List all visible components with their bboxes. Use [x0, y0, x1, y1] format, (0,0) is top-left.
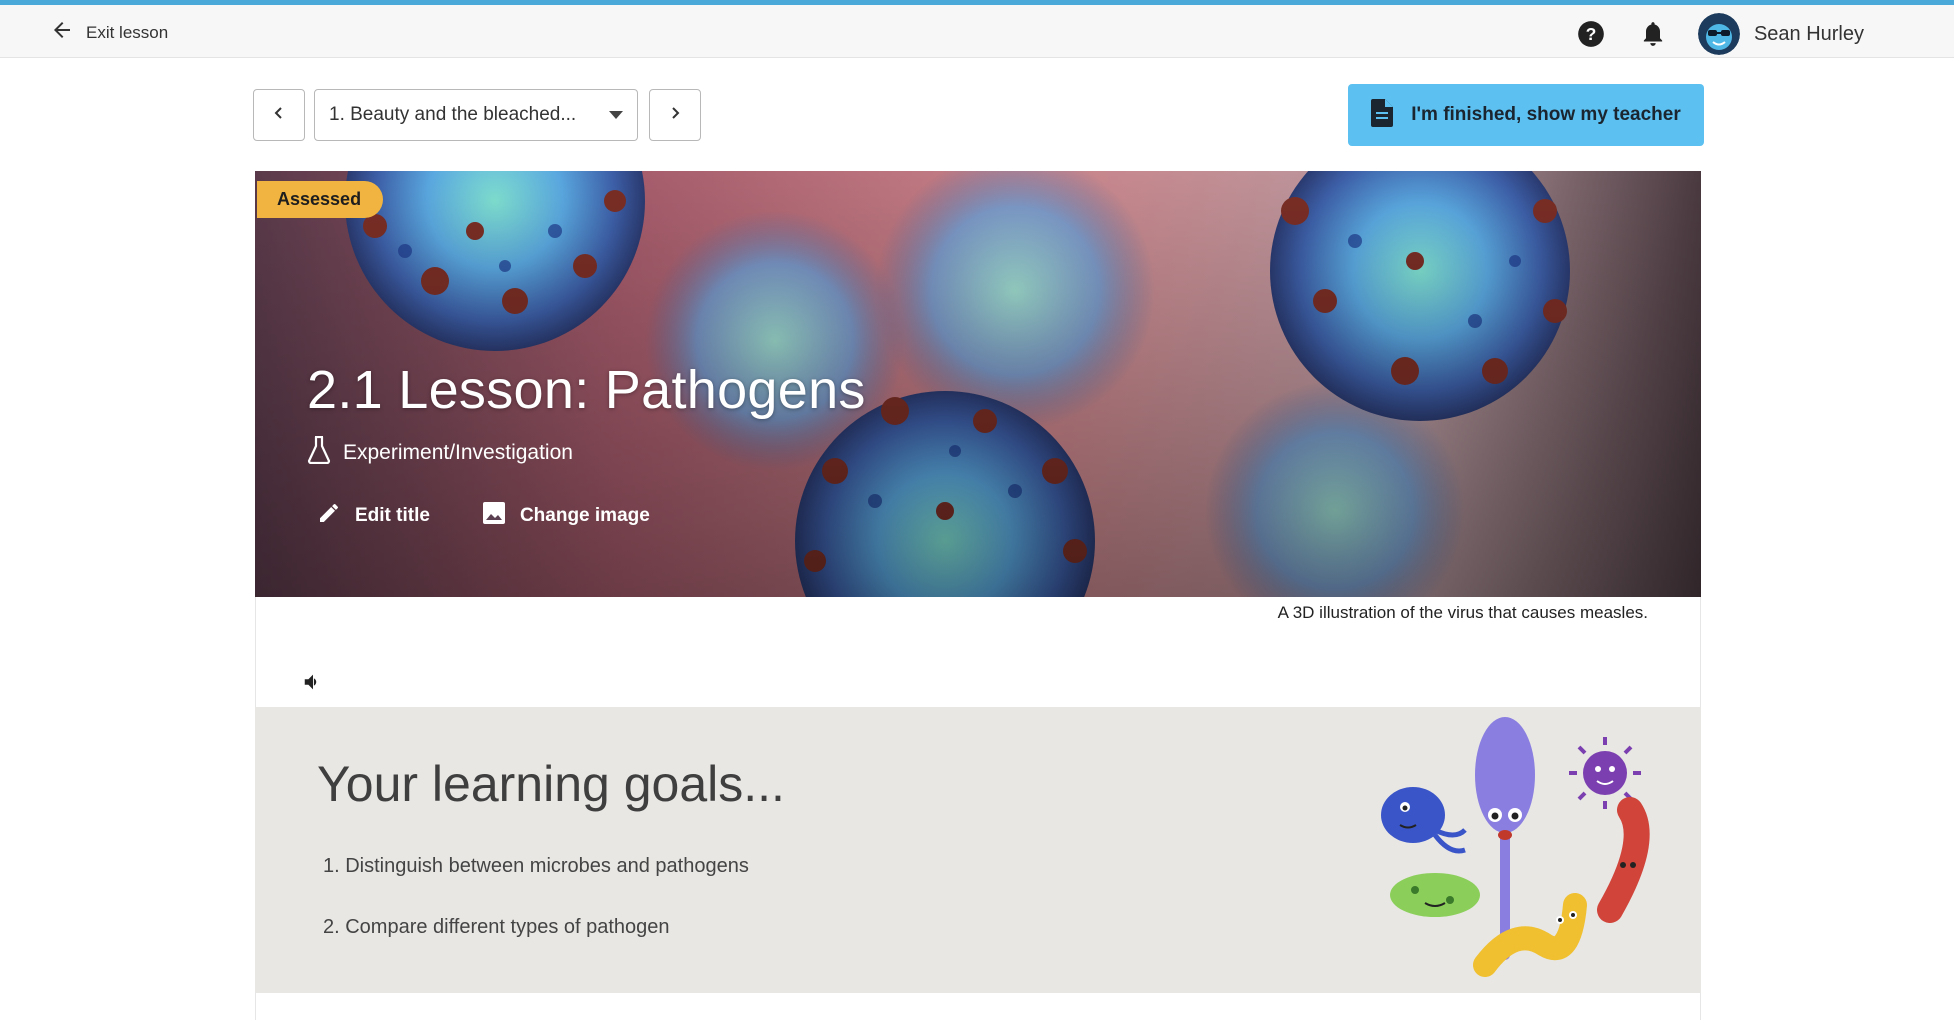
user-menu[interactable]: Sean Hurley	[1697, 13, 1864, 55]
hero-caption-area: A 3D illustration of the virus that caus…	[255, 597, 1701, 707]
chevron-right-icon	[668, 106, 682, 125]
cartoon-microbes-illustration	[1381, 717, 1650, 977]
top-bar: Exit lesson ? Sean Hurley	[0, 5, 1954, 58]
speaker-icon[interactable]	[302, 671, 326, 695]
image-caption: A 3D illustration of the virus that caus…	[1277, 603, 1648, 622]
user-name: Sean Hurley	[1753, 22, 1864, 45]
learning-goal-item: 2. Compare different types of pathogen	[323, 916, 670, 938]
arrow-left-icon	[50, 18, 74, 47]
finished-show-teacher-button[interactable]: I'm finished, show my teacher	[1348, 84, 1704, 146]
finished-button-label: I'm finished, show my teacher	[1411, 104, 1681, 125]
image-icon	[482, 501, 506, 530]
previous-lesson-button[interactable]	[253, 89, 305, 141]
content-continuation	[255, 993, 1701, 1020]
caret-down-icon	[609, 111, 623, 119]
learning-goal-item: 1. Distinguish between microbes and path…	[323, 855, 749, 877]
edit-title-label: Edit title	[355, 504, 430, 526]
exit-lesson-label: Exit lesson	[86, 22, 169, 42]
avatar	[1697, 13, 1740, 55]
learning-goals-section: Your learning goals... 1. Distinguish be…	[255, 707, 1701, 993]
edit-title-button[interactable]: Edit title	[317, 501, 430, 530]
pencil-icon	[317, 501, 341, 530]
learning-goals-title: Your learning goals...	[317, 756, 785, 812]
next-lesson-button[interactable]	[649, 89, 701, 141]
bell-icon[interactable]	[1638, 19, 1668, 49]
document-icon	[1371, 98, 1394, 132]
change-image-label: Change image	[519, 504, 650, 526]
assessed-badge: Assessed	[257, 181, 384, 218]
help-icon[interactable]: ?	[1576, 19, 1606, 49]
learning-goals-list: 1. Distinguish between microbes and path…	[323, 855, 749, 977]
flask-icon	[307, 435, 331, 469]
lesson-type-label: Experiment/Investigation	[343, 440, 573, 464]
chevron-left-icon	[272, 106, 286, 125]
lesson-hero-banner: Assessed 2.1 Lesson: Pathogens Experimen…	[255, 171, 1701, 597]
svg-text:?: ?	[1586, 24, 1597, 44]
change-image-button[interactable]: Change image	[482, 501, 650, 530]
lesson-title: 2.1 Lesson: Pathogens	[307, 360, 866, 420]
lesson-select-value: 1. Beauty and the bleached...	[329, 104, 577, 125]
exit-lesson-link[interactable]: Exit lesson	[50, 18, 168, 47]
lesson-type: Experiment/Investigation	[307, 435, 573, 469]
lesson-select-dropdown[interactable]: 1. Beauty and the bleached...	[314, 89, 638, 141]
